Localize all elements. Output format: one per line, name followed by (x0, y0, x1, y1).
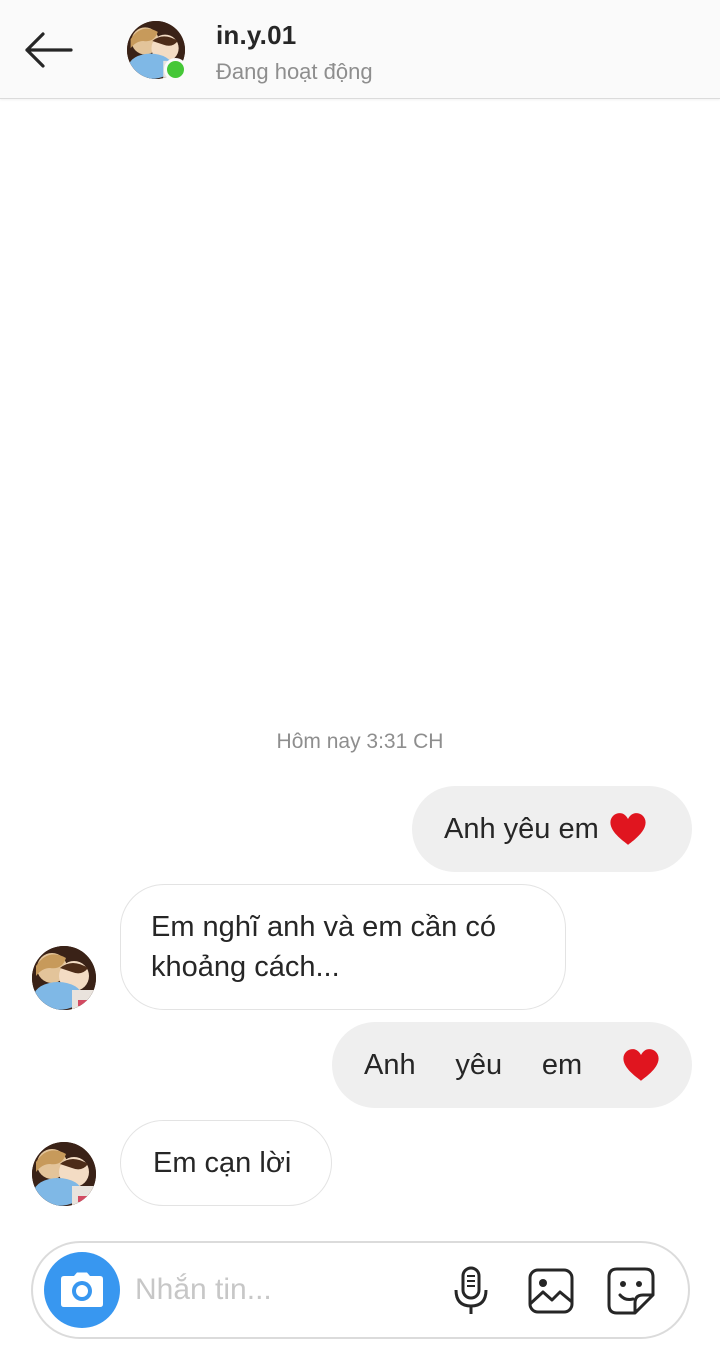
active-status: Đang hoạt động (216, 59, 373, 84)
camera-button[interactable] (44, 1252, 120, 1328)
heart-icon (623, 1049, 659, 1081)
back-button[interactable] (18, 24, 78, 76)
message-word: yêu (455, 1049, 503, 1081)
received-message-bubble[interactable]: Em cạn lời (120, 1120, 332, 1206)
message-input[interactable] (135, 1265, 435, 1315)
gallery-button[interactable] (525, 1265, 577, 1317)
arrow-left-icon (25, 32, 73, 68)
sticker-icon (607, 1267, 655, 1315)
message-line: Em nghĩ anh và em cần có (151, 911, 496, 943)
sender-avatar[interactable] (32, 1142, 96, 1206)
online-status-dot (164, 58, 187, 81)
sent-message-bubble[interactable]: Anh yêu em (412, 786, 692, 872)
received-message-bubble[interactable]: Em nghĩ anh và em cần có khoảng cách... (120, 884, 566, 1010)
heart-icon (610, 813, 646, 845)
image-icon (528, 1268, 574, 1314)
message-word: Anh (364, 1049, 416, 1081)
sent-message-bubble[interactable]: Anh yêu em (332, 1022, 692, 1108)
sticker-button[interactable] (605, 1265, 657, 1317)
thread-timestamp: Hôm nay 3:31 CH (276, 730, 444, 753)
message-word: em (541, 1049, 583, 1081)
message-line: khoảng cách... (151, 951, 340, 983)
thread-username[interactable]: in.y.01 (216, 20, 296, 51)
dm-thread-screen: in.y.01 Đang hoạt động Hôm nay 3:31 CH A… (0, 0, 720, 1366)
message-text: Anh yêu em (444, 813, 599, 845)
header-avatar[interactable] (127, 21, 187, 81)
message-composer (31, 1241, 690, 1339)
sender-avatar[interactable] (32, 946, 96, 1010)
thread-header: in.y.01 Đang hoạt động (0, 0, 720, 99)
microphone-icon (454, 1266, 488, 1314)
microphone-button[interactable] (445, 1265, 497, 1317)
camera-icon (61, 1272, 103, 1307)
message-text: Em cạn lời (153, 1147, 292, 1179)
